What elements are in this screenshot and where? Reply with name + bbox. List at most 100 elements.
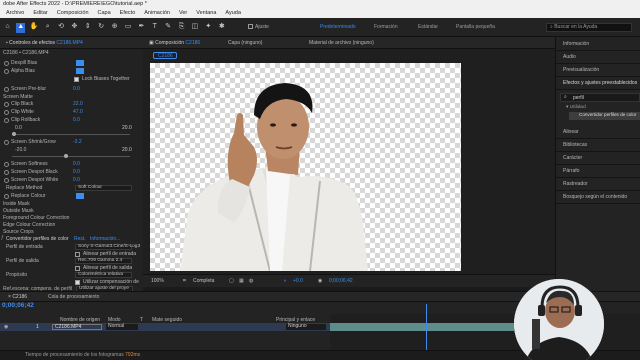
checkbox-icon[interactable] — [75, 280, 80, 285]
composition-tab[interactable]: ▣ Composición C2186 — [149, 41, 200, 46]
group-inside-mask[interactable]: Inside Mask — [0, 201, 143, 208]
effects-search-input[interactable]: ⌕ perfil — [560, 93, 640, 102]
stopwatch-icon[interactable] — [4, 194, 9, 199]
dolly-tool-icon[interactable]: ⇕ — [83, 23, 92, 33]
menu-item-composition[interactable]: Composición — [57, 10, 89, 18]
param-despot-white[interactable]: Screen Despot White 0.0 — [0, 177, 143, 184]
stopwatch-icon[interactable] — [4, 102, 9, 107]
menu-item-effect[interactable]: Efecto — [120, 10, 136, 18]
effect-color-converter-header[interactable]: ƒ Convertidor perfiles de color Rest. In… — [0, 236, 143, 243]
menu-item-view[interactable]: Ver — [179, 10, 187, 18]
slider-handle[interactable] — [64, 154, 68, 158]
exposure-icon[interactable]: ◑ — [283, 279, 286, 284]
orbit-tool-icon[interactable]: ⟲ — [57, 23, 66, 33]
composition-canvas[interactable] — [150, 63, 461, 271]
selection-tool-icon[interactable]: ▲ — [16, 23, 26, 33]
workspace-default[interactable]: Predeterminado — [320, 25, 356, 30]
param-clip-rollback[interactable]: Clip Rollback 0.0 — [0, 117, 143, 124]
param-input-profile[interactable]: Perfil de entrada Sony S-Gamut3.Cine/S-Lo… — [0, 244, 143, 251]
puppet-tool-icon[interactable]: ✱ — [217, 23, 226, 33]
param-linear-compensation[interactable]: Utilizar compensación de — [0, 279, 143, 286]
param-lock-biases[interactable]: Lock Biases Together — [0, 76, 143, 83]
info-link[interactable]: Información... — [90, 237, 120, 242]
group-fg-colour-correction[interactable]: Foreground Colour Correction — [0, 215, 143, 222]
pen-tool-icon[interactable]: ✒ — [137, 23, 146, 33]
stopwatch-icon[interactable] — [4, 61, 9, 66]
param-replace-colour[interactable]: Replace Colour — [0, 193, 143, 200]
group-outside-mask[interactable]: Outside Mask — [0, 208, 143, 215]
stopwatch-icon[interactable] — [4, 170, 9, 175]
panel-audio[interactable]: Audio — [556, 52, 640, 64]
panel-effects-presets[interactable]: Efectos y ajustes preestablecidos — [556, 78, 640, 90]
param-screen-preblur[interactable]: Screen Pre-blur 0.0 — [0, 86, 143, 93]
roto-tool-icon[interactable]: ✦ — [204, 23, 213, 33]
layer-viewer-tab[interactable]: Capa (ninguno) — [228, 41, 262, 46]
brush-tool-icon[interactable]: ✎ — [164, 23, 173, 33]
color-swatch[interactable] — [76, 193, 84, 199]
eye-icon[interactable]: ◉ — [4, 325, 8, 330]
stopwatch-icon[interactable] — [4, 69, 9, 74]
param-despill-bias[interactable]: Despill Bias — [0, 60, 143, 67]
type-tool-icon[interactable]: T — [150, 23, 159, 33]
param-clip-white[interactable]: Clip White 47.0 — [0, 109, 143, 116]
group-source-crops[interactable]: Source Crops — [0, 229, 143, 236]
panel-content-aware[interactable]: Bosquejo según el contenido — [556, 192, 640, 204]
panel-align[interactable]: Alinear — [556, 127, 640, 139]
param-alpha-bias[interactable]: Alpha Bias — [0, 68, 143, 75]
panel-tracker[interactable]: Rastreador — [556, 179, 640, 191]
stopwatch-icon[interactable] — [4, 162, 9, 167]
intent-dropdown[interactable]: Colorimétrica relativa — [75, 272, 132, 278]
pan-tool-icon[interactable]: ✥ — [70, 23, 79, 33]
render-queue-tab[interactable]: Cola de procesamiento — [48, 295, 99, 300]
layer-bar[interactable] — [330, 323, 514, 331]
stopwatch-icon[interactable] — [4, 118, 9, 123]
stopwatch-icon[interactable] — [4, 110, 9, 115]
shrink-slider[interactable] — [0, 153, 143, 158]
group-screen-matte[interactable]: Screen Matte — [0, 94, 143, 101]
snapshot-icon[interactable]: ◉ — [318, 279, 322, 284]
exposure-value[interactable]: +0.0 — [293, 279, 303, 284]
effect-controls-tab[interactable]: ▪ Controles de efectos C2186.MP4 — [0, 37, 143, 49]
workspace-small-screen[interactable]: Pantalla pequeña — [456, 25, 495, 30]
transparency-grid-icon[interactable]: ▦ — [239, 279, 244, 284]
menu-item-window[interactable]: Ventana — [196, 10, 216, 18]
folder-utility[interactable]: ▾ Utilidad — [566, 105, 586, 111]
layer-name[interactable]: C2186.MP4 — [52, 324, 102, 330]
panel-preview[interactable]: Previsualización — [556, 65, 640, 77]
slider-handle[interactable] — [12, 132, 16, 136]
param-clip-black[interactable]: Clip Black 22.0 — [0, 101, 143, 108]
param-screen-shrink-grow[interactable]: Screen Shrink/Grow -3.2 — [0, 139, 143, 146]
checkbox-icon[interactable] — [75, 252, 80, 257]
param-screen-softness[interactable]: Screen Softness 0.0 — [0, 161, 143, 168]
param-align-output[interactable]: Alinear perfil de salida — [0, 265, 143, 272]
fx-icon[interactable]: ƒ — [1, 236, 4, 241]
zoom-tool-icon[interactable]: ⌕ — [43, 23, 52, 33]
panel-info[interactable]: Información — [556, 39, 640, 51]
output-profile-dropdown[interactable]: Rec.709 Gamma 2.4 — [75, 258, 132, 264]
color-swatch[interactable] — [76, 60, 84, 66]
menu-item-edit[interactable]: Editar — [33, 10, 47, 18]
footage-viewer-tab[interactable]: Material de archivo (ninguno) — [309, 41, 374, 46]
input-profile-dropdown[interactable]: Sony S-Gamut3.Cine/S-Log3 — [75, 244, 140, 250]
color-swatch[interactable] — [76, 68, 84, 74]
checkbox-icon[interactable] — [75, 266, 80, 271]
resolution-dropdown[interactable]: Completa — [193, 279, 214, 284]
workspace-learn[interactable]: Formación — [374, 25, 398, 30]
param-despot-black[interactable]: Screen Despot Black 0.0 — [0, 169, 143, 176]
help-search-input[interactable]: ⌕ Buscar en la Ayuda — [546, 23, 632, 32]
eraser-tool-icon[interactable]: ◫ — [190, 23, 199, 33]
layer-parent-dropdown[interactable]: Ninguno — [286, 324, 326, 330]
menu-item-file[interactable]: Archivo — [6, 10, 24, 18]
hand-tool-icon[interactable]: ✋ — [30, 23, 39, 33]
timeline-timecode[interactable]: 0;00;06;42 — [2, 302, 34, 310]
rollback-slider[interactable] — [0, 131, 143, 136]
region-icon[interactable]: ▢ — [229, 279, 234, 284]
param-align-input[interactable]: Alinear perfil de entrada — [0, 251, 143, 258]
snap-toggle[interactable]: Ajuste — [248, 24, 269, 30]
stopwatch-icon[interactable] — [4, 87, 9, 92]
grid-icon[interactable]: ⌗ — [183, 279, 186, 284]
timeline-tab[interactable]: × C2186 — [8, 295, 27, 300]
checkbox-icon[interactable] — [74, 77, 79, 82]
menu-item-layer[interactable]: Capa — [98, 10, 111, 18]
param-replace-method[interactable]: Replace Method Soft Colour — [0, 185, 143, 192]
